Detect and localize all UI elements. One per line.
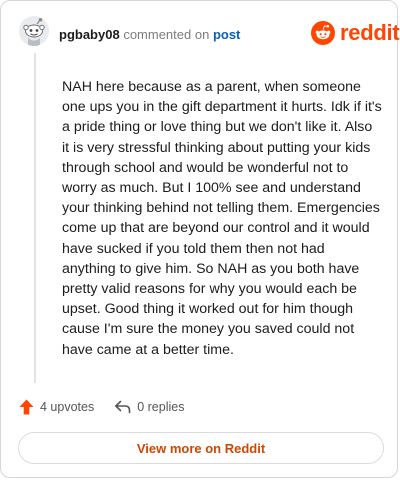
upvote-button[interactable]: 4 upvotes (19, 399, 94, 415)
post-link[interactable]: post (213, 27, 240, 42)
commented-on-text: commented on (123, 27, 210, 42)
reddit-wordmark: reddit (340, 20, 400, 45)
username[interactable]: pgbaby08 (59, 27, 120, 42)
comment-actions: 4 upvotes 0 replies (19, 399, 184, 415)
reddit-brand[interactable]: reddit (311, 20, 400, 45)
thread-line (34, 53, 36, 383)
reply-arrow-icon (115, 400, 131, 414)
reply-button[interactable]: 0 replies (114, 400, 184, 414)
comment-header: pgbaby08 commented on post (59, 27, 240, 43)
comment-body: NAH here because as a parent, when someo… (62, 79, 382, 358)
snoo-avatar-icon (19, 16, 49, 46)
reply-count: 0 replies (137, 400, 185, 414)
reddit-logo-icon (311, 21, 335, 45)
comment-card: pgbaby08 commented on post reddit NAH he… (0, 0, 400, 478)
upvote-count: 4 upvotes (40, 400, 95, 414)
upvote-arrow-icon (19, 399, 34, 415)
view-more-button[interactable]: View more on Reddit (18, 432, 384, 464)
user-avatar[interactable] (19, 16, 49, 46)
